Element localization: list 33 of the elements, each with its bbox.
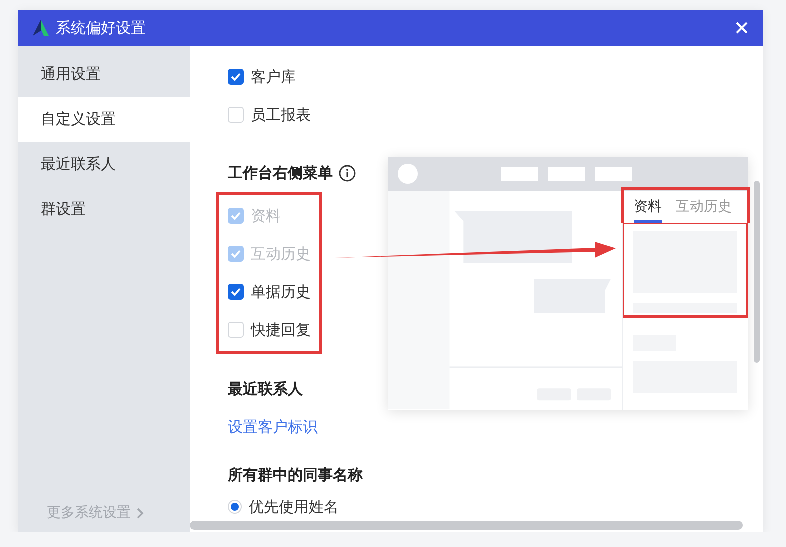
customer-tag-link[interactable]: 设置客户标识 (228, 408, 318, 446)
checkbox-label: 资料 (251, 206, 281, 226)
checkbox-label: 互动历史 (251, 244, 311, 264)
checkbox[interactable] (228, 284, 244, 300)
section-title: 工作台右侧菜单 (228, 164, 333, 182)
close-icon[interactable] (735, 21, 749, 35)
checkbox[interactable] (228, 69, 244, 85)
checkmark-icon (231, 212, 241, 220)
checkbox-label: 快捷回复 (251, 320, 311, 340)
section-title: 最近联系人 (228, 380, 303, 398)
sidebar-item[interactable]: 最近联系人 (18, 142, 190, 187)
sidebar-item[interactable]: 自定义设置 (18, 97, 190, 142)
checkbox-label: 客户库 (251, 68, 296, 86)
checkbox[interactable] (228, 107, 244, 123)
chevron-right-icon (137, 508, 144, 518)
info-icon[interactable] (339, 164, 356, 182)
scrollbar[interactable] (754, 181, 760, 363)
checkbox-label: 单据历史 (251, 282, 311, 302)
preview-tab-label: 资料 (634, 198, 662, 223)
logo-icon (32, 19, 50, 37)
checkmark-icon (231, 73, 241, 81)
section-title: 所有群中的同事名称 (228, 466, 363, 484)
checkmark-icon (231, 288, 241, 296)
checkbox-label: 员工报表 (251, 106, 311, 124)
scrollbar[interactable] (190, 521, 743, 530)
checkmark-icon (231, 250, 241, 258)
sidebar-item[interactable]: 群设置 (18, 187, 190, 232)
sidebar-item[interactable]: 通用设置 (18, 52, 190, 97)
checkbox[interactable] (228, 322, 244, 338)
window-title: 系统偏好设置 (56, 18, 147, 38)
radio-label: 优先使用姓名 (249, 498, 339, 516)
preview-tab-label: 互动历史 (676, 198, 732, 217)
radio-button[interactable] (228, 500, 242, 514)
